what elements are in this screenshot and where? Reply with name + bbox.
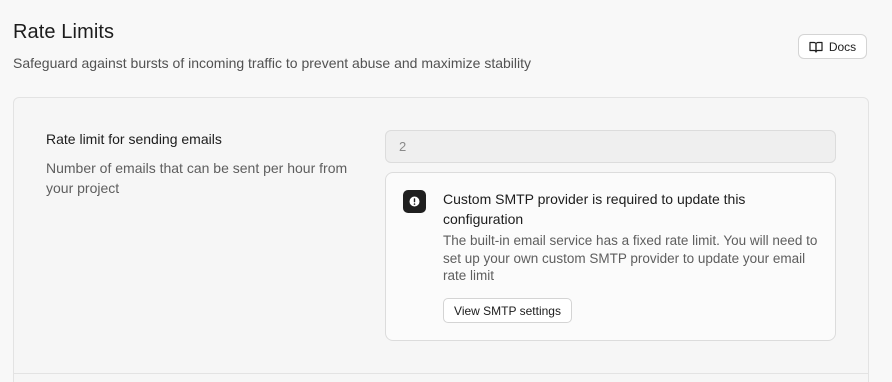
smtp-required-alert: Custom SMTP provider is required to upda…: [385, 172, 836, 341]
card-divider: [13, 373, 869, 374]
email-rate-limit-label: Rate limit for sending emails: [46, 131, 222, 147]
docs-button[interactable]: Docs: [798, 34, 867, 59]
rate-limits-page: Rate Limits Safeguard against bursts of …: [0, 0, 892, 382]
alert-exclamation-icon: [403, 190, 426, 213]
alert-body: The built-in email service has a fixed r…: [443, 233, 818, 283]
page-subtitle: Safeguard against bursts of incoming tra…: [13, 55, 532, 71]
alert-title: Custom SMTP provider is required to upda…: [443, 191, 746, 227]
docs-button-label: Docs: [828, 39, 857, 54]
email-rate-limit-description: Number of emails that can be sent per ho…: [46, 160, 348, 196]
book-open-icon: [809, 41, 823, 53]
page-title: Rate Limits: [13, 21, 115, 43]
email-rate-limit-input[interactable]: [385, 130, 836, 163]
view-smtp-settings-button[interactable]: View SMTP settings: [443, 298, 572, 323]
